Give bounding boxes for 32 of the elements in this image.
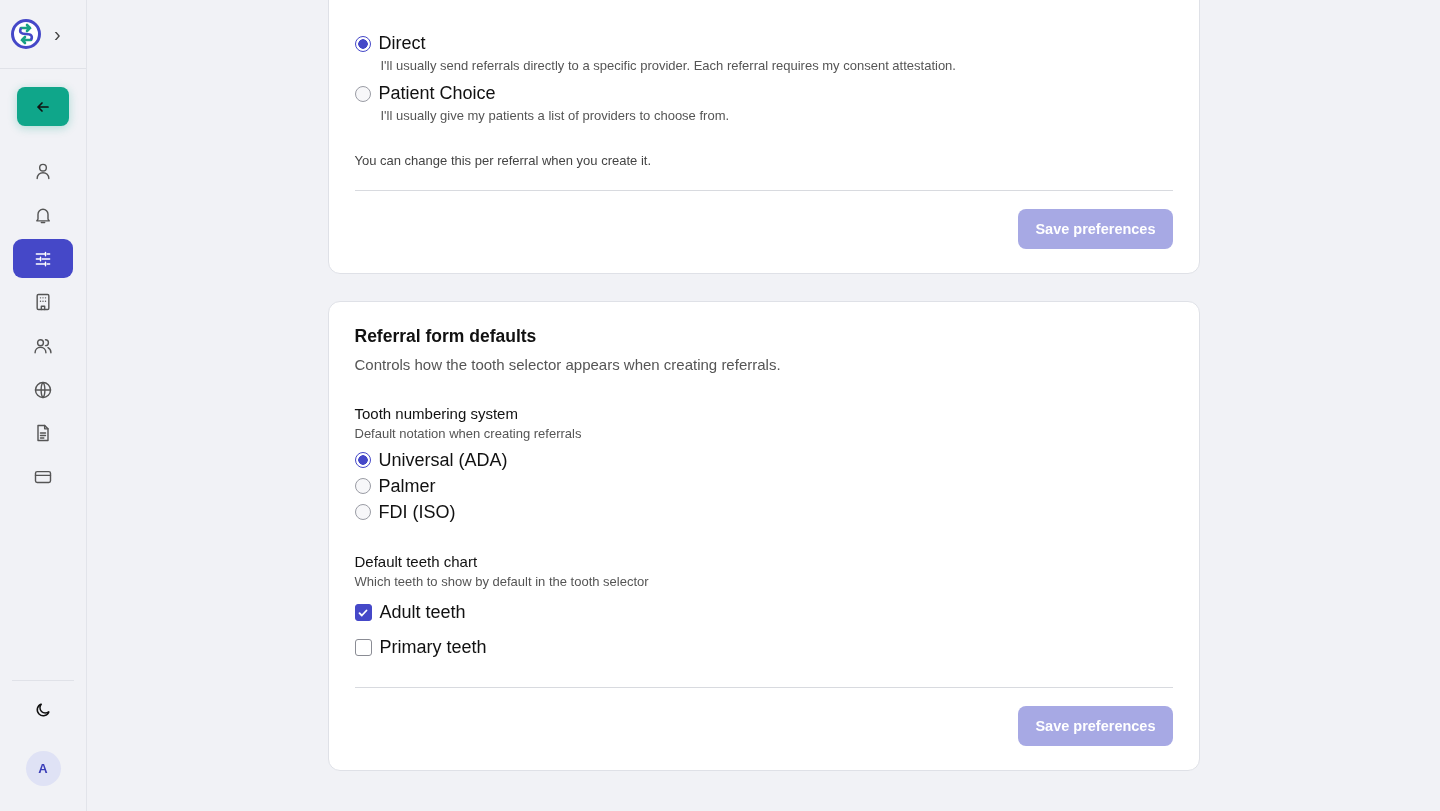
radio-button[interactable] [354, 478, 371, 494]
expand-icon[interactable]: › [54, 24, 61, 44]
option-description: I'll usually give my patients a list of providers to choose from. [380, 108, 731, 123]
radio-button[interactable] [354, 85, 371, 102]
option-description: I'll usually send referrals directly to a specific provider. Each referral requires my consent attestation. [380, 58, 957, 73]
card-subtitle: Controls how the tooth selector appears when creating referrals. [354, 356, 782, 373]
checkbox[interactable] [354, 639, 372, 656]
group-hint: Which teeth to show by default in the tooth selector [354, 574, 650, 589]
note-text: You can change this per referral when you create it. [354, 153, 653, 168]
option-label: Primary teeth [379, 637, 487, 658]
option-label: Patient Choice [378, 83, 496, 104]
group-label: Default teeth chart [354, 553, 479, 570]
radio-button[interactable] [354, 504, 371, 520]
option-label: FDI (ISO) [378, 501, 456, 523]
option-label: Adult teeth [379, 602, 466, 623]
sliders-nav-item[interactable] [13, 239, 73, 279]
logo-icon [10, 18, 42, 50]
option-label: Direct [378, 33, 426, 54]
option-label: Palmer [378, 475, 436, 497]
globe-icon [33, 379, 53, 400]
user-icon [33, 161, 53, 182]
group-label: Tooth numbering system [354, 405, 519, 422]
card-title: Referral form defaults [354, 326, 538, 347]
option-label: Universal (ADA) [378, 449, 508, 471]
moon-icon[interactable] [34, 701, 52, 719]
avatar[interactable]: A [25, 751, 61, 786]
building-icon [33, 292, 53, 313]
radio-button[interactable] [354, 452, 371, 468]
radio-button[interactable] [354, 35, 371, 52]
back-button[interactable] [17, 87, 69, 126]
group-hint: Default notation when creating referrals [354, 426, 583, 441]
checkbox[interactable] [354, 604, 372, 621]
